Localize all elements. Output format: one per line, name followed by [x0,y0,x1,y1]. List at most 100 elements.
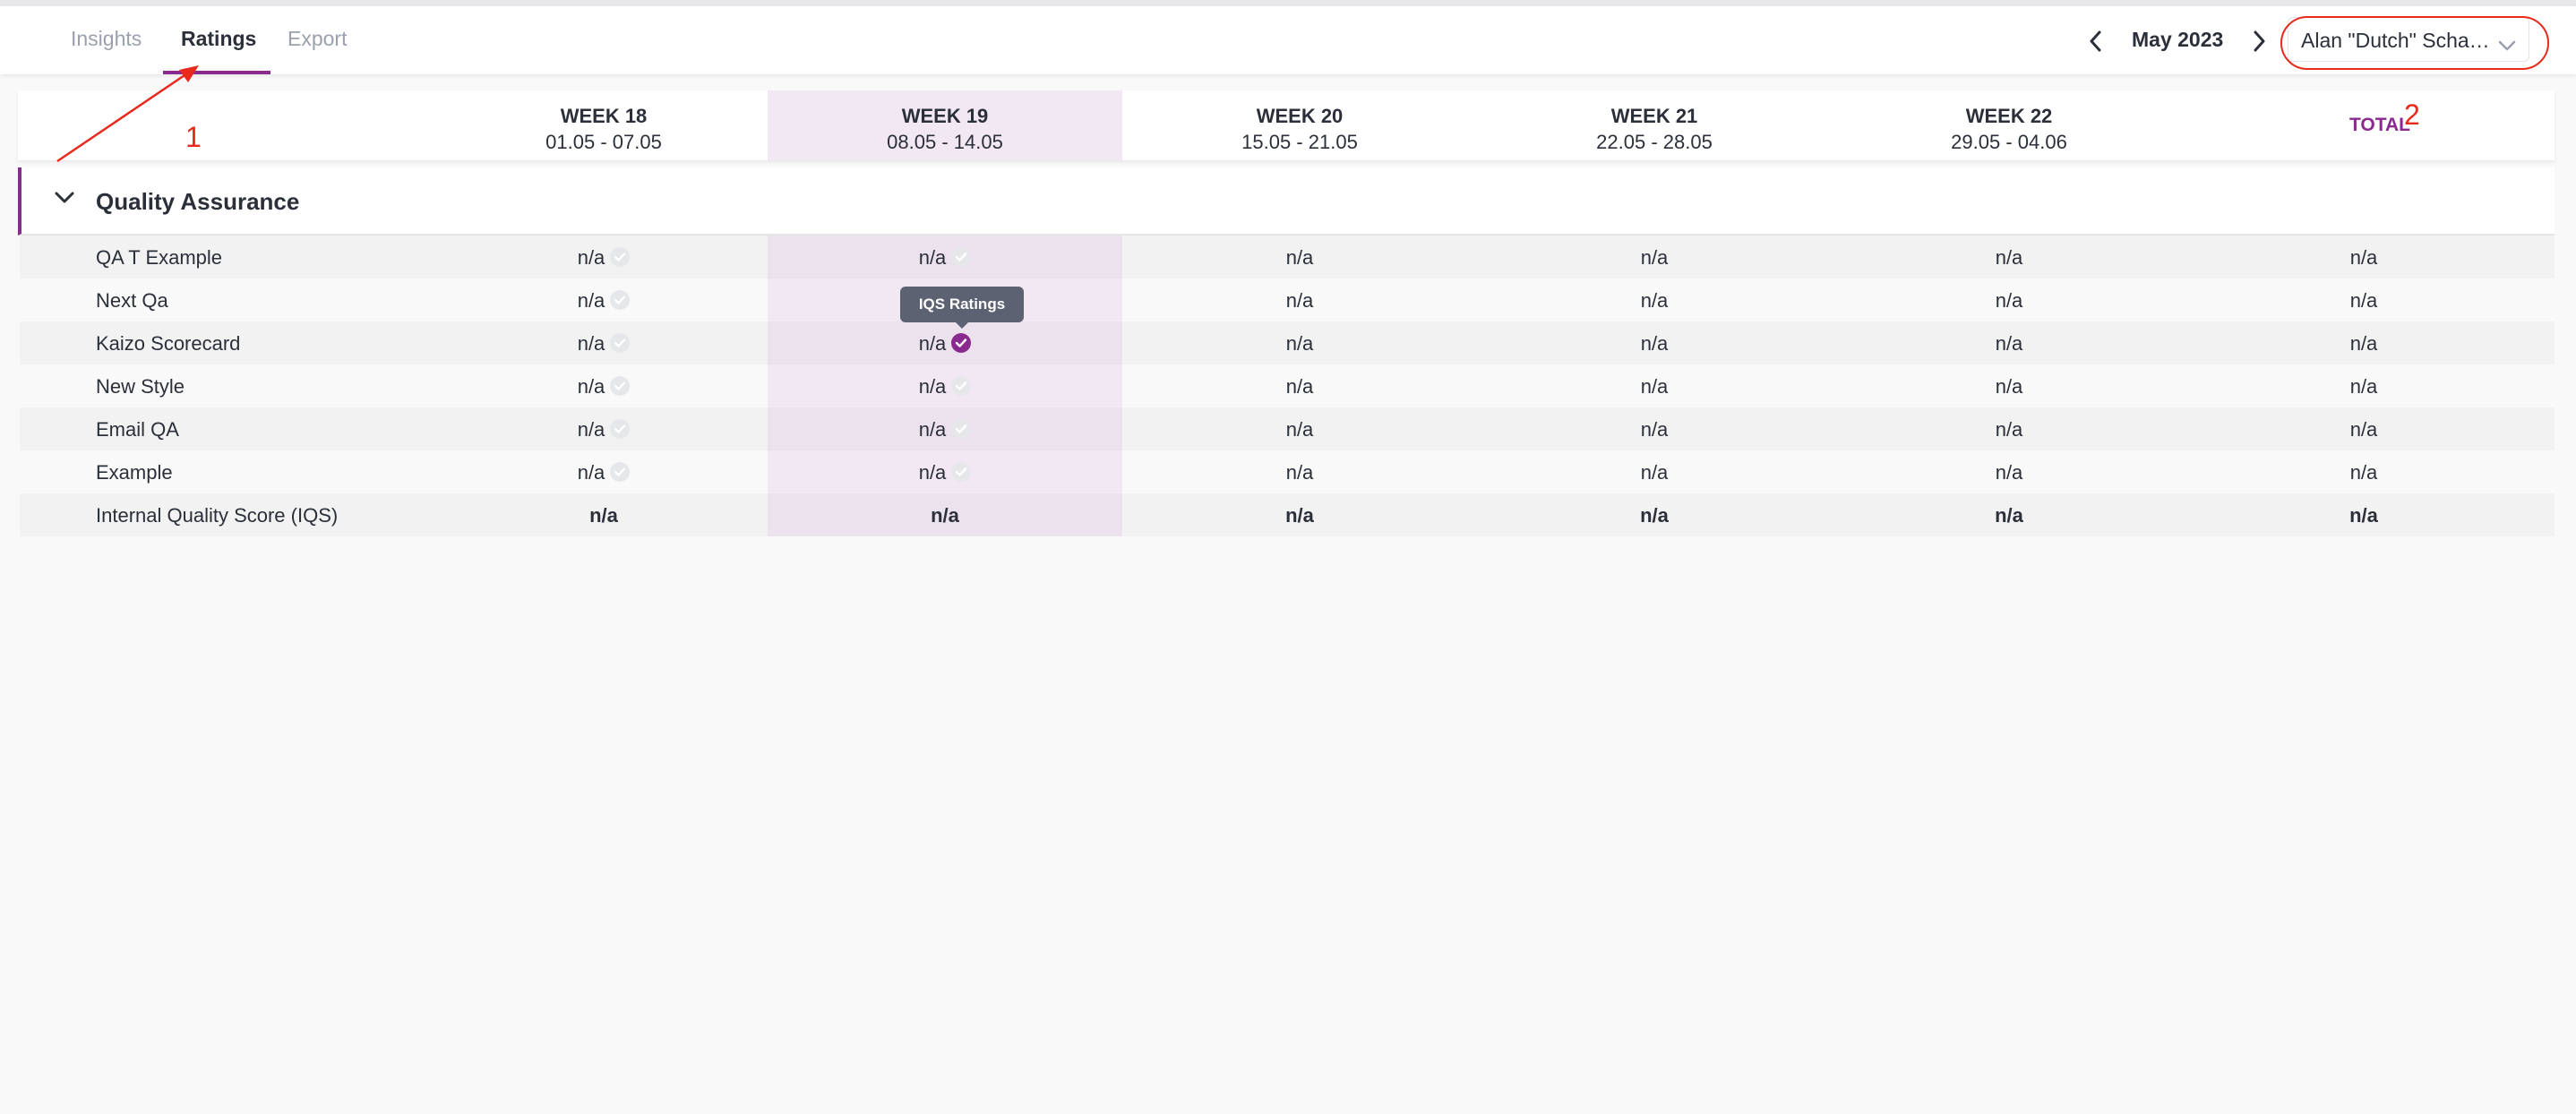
table-cell: n/a [2349,289,2378,312]
tab-export[interactable]: Export [288,27,347,51]
table-cell: n/a [426,364,781,407]
table-cell: n/a [426,278,781,321]
check-circle-icon[interactable] [951,419,972,439]
table-row: QA T Example n/a n/a n/a n/a n/a n/a [20,236,2555,278]
week-dates: 22.05 - 28.05 [1596,131,1713,153]
row-label: Email QA [96,418,179,441]
table-cell: n/a [1995,332,2023,355]
week-label: WEEK 20 [1256,105,1344,127]
week-label: WEEK 21 [1610,105,1698,127]
table-row: Email QA n/a n/a n/a n/a n/a n/a [20,407,2555,450]
table-cell: n/a [1640,418,1669,441]
table-cell: n/a [1285,461,1314,484]
chevron-right-icon[interactable] [2248,29,2271,54]
section-quality-assurance[interactable]: Quality Assurance [18,167,2555,236]
table-cell: n/a [1640,461,1669,484]
week-label: WEEK 18 [560,105,648,127]
table-row: Next Qa n/a n/a n/a n/a n/a [20,278,2555,321]
week-label: WEEK 19 [901,105,989,127]
chevron-left-icon[interactable] [2083,29,2107,54]
table-cell: n/a [1995,289,2023,312]
section-title: Quality Assurance [96,188,300,215]
table-cell: n/a [768,450,1122,493]
top-navigation-bar: Insights Ratings Export May 2023 Alan "D… [0,6,2576,74]
table-row: Kaizo Scorecard n/a n/a n/a n/a n/a n/a [20,321,2555,364]
table-cell: n/a [426,450,781,493]
annotation-number-2: 2 [2404,99,2420,131]
period-label: May 2023 [2132,28,2224,51]
table-cell: n/a [1285,418,1314,441]
week-header-row: WEEK 18 01.05 - 07.05 WEEK 19 08.05 - 14… [18,90,2555,160]
table-cell: n/a [1995,246,2023,269]
check-circle-icon[interactable] [610,376,631,396]
week-dates: 29.05 - 04.06 [1951,131,2067,153]
row-label: QA T Example [96,246,223,269]
check-circle-icon[interactable] [610,333,631,353]
row-label: Kaizo Scorecard [96,332,241,355]
table-cell: n/a [1995,461,2023,484]
top-border [0,0,2576,6]
table-cell: n/a [589,504,618,527]
table-cell: n/a [426,407,781,450]
check-circle-icon[interactable] [610,290,631,310]
table-cell: n/a [1285,332,1314,355]
table-cell: n/a [1995,504,2023,527]
table-row: New Style n/a n/a n/a n/a n/a n/a [20,364,2555,407]
week-column-header: WEEK 19 08.05 - 14.05 [768,90,1122,160]
week-column-header: WEEK 18 01.05 - 07.05 [426,90,781,160]
check-circle-icon[interactable] [610,247,631,267]
table-cell: n/a [768,493,1122,536]
table-cell: n/a [1285,289,1314,312]
annotation-number-1: 1 [185,121,202,153]
table-cell: n/a [2349,332,2378,355]
tab-insights[interactable]: Insights [71,27,142,51]
chevron-down-icon [2498,32,2516,56]
table-cell: n/a [1640,246,1669,269]
user-select-value: Alan "Dutch" Scha… [2301,29,2490,52]
check-circle-icon[interactable] [951,462,972,482]
chevron-down-icon[interactable] [54,191,75,210]
table-cell: n/a [2349,461,2378,484]
check-circle-icon[interactable] [610,419,631,439]
table-row: Example n/a n/a n/a n/a n/a n/a [20,450,2555,493]
check-circle-icon[interactable] [951,333,972,353]
table-cell: n/a [1640,332,1669,355]
check-circle-icon[interactable] [951,247,972,267]
table-cell: n/a [2349,246,2378,269]
user-select-dropdown[interactable]: Alan "Dutch" Scha… [2288,17,2529,62]
week-dates: 01.05 - 07.05 [545,131,662,153]
week-column-header: WEEK 22 29.05 - 04.06 [1832,90,2186,160]
table-cell: n/a [426,321,781,364]
table-cell: n/a [768,236,1122,278]
table-cell: n/a [768,407,1122,450]
row-label: Next Qa [96,289,168,312]
table-cell: n/a [1285,504,1314,527]
table-cell: n/a [768,321,1122,364]
table-cell: n/a [1995,418,2023,441]
ratings-table: QA T Example n/a n/a n/a n/a n/a n/a Nex… [20,236,2555,536]
table-cell: n/a [1285,375,1314,398]
week-column-header: WEEK 21 22.05 - 28.05 [1477,90,1832,160]
table-cell: n/a [1640,504,1669,527]
check-circle-icon[interactable] [951,376,972,396]
table-cell: n/a [1640,375,1669,398]
active-tab-indicator [163,71,270,74]
check-circle-icon[interactable] [610,462,631,482]
week-label: WEEK 22 [1965,105,2053,127]
table-cell: n/a [768,364,1122,407]
table-cell: n/a [1285,246,1314,269]
table-cell: n/a [2349,418,2378,441]
week-dates: 15.05 - 21.05 [1241,131,1358,153]
week-column-header: WEEK 20 15.05 - 21.05 [1122,90,1477,160]
iqs-ratings-tooltip: IQS Ratings [900,287,1024,329]
table-cell: n/a [2349,375,2378,398]
week-dates: 08.05 - 14.05 [887,131,1003,153]
table-row-iqs-total: Internal Quality Score (IQS) n/a n/a n/a… [20,493,2555,536]
table-cell: n/a [2349,504,2378,527]
row-label: New Style [96,375,185,398]
row-label: Internal Quality Score (IQS) [96,504,339,527]
table-cell: n/a [1995,375,2023,398]
tab-ratings[interactable]: Ratings [181,27,256,51]
table-cell: n/a [1640,289,1669,312]
row-label: Example [96,461,173,484]
